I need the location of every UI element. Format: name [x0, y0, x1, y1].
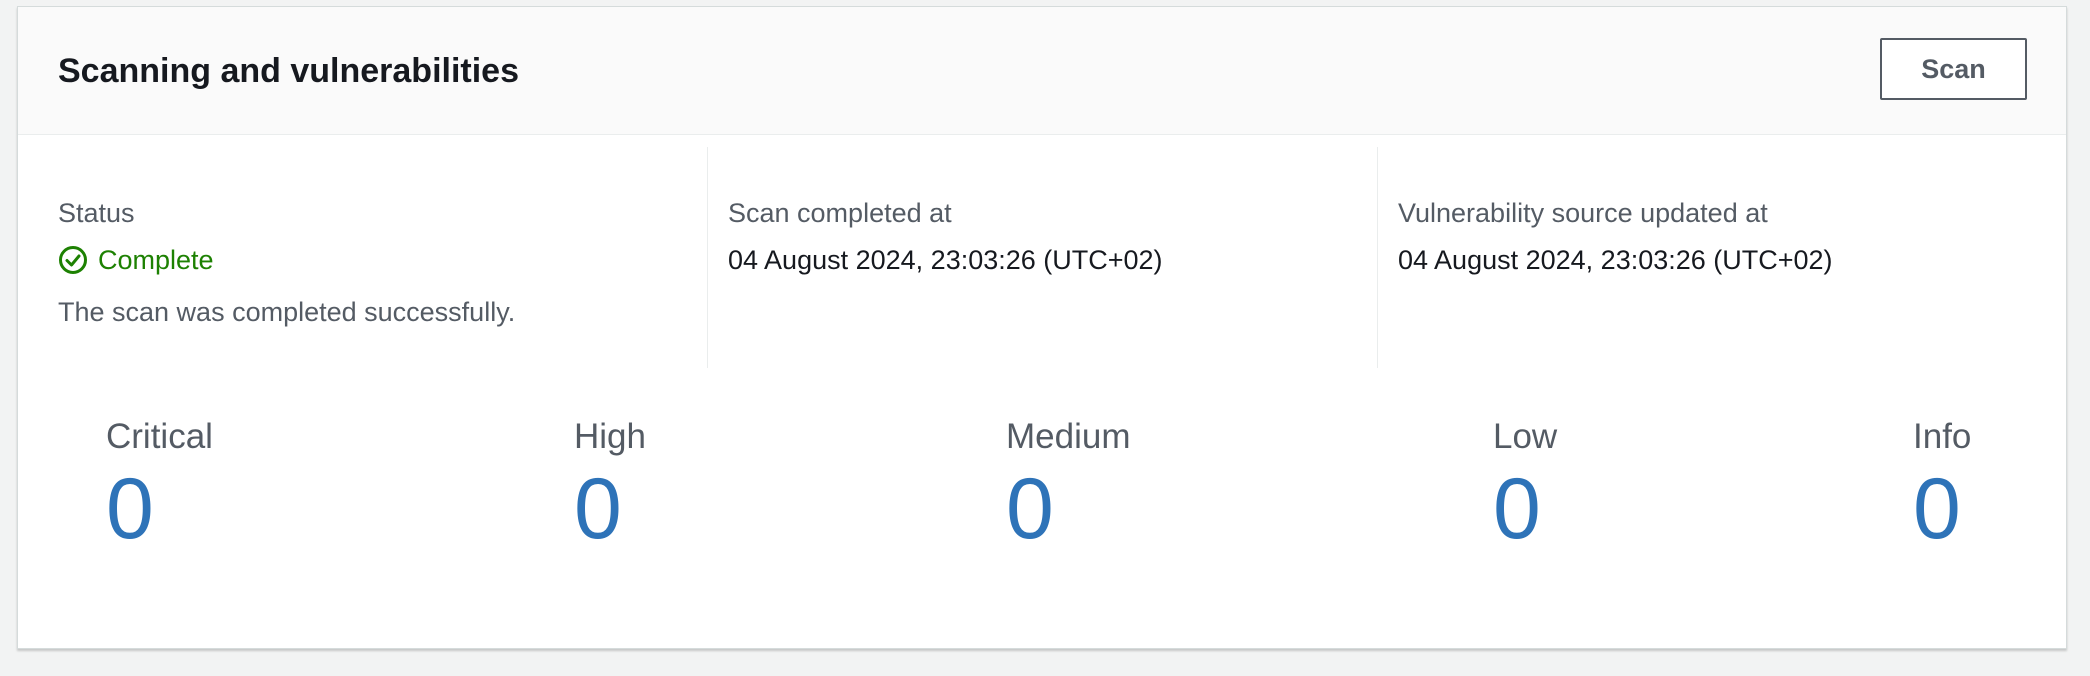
- status-label: Status: [58, 198, 135, 228]
- scan-completed-label: Scan completed at: [728, 198, 952, 228]
- severity-count: 0: [106, 461, 154, 557]
- status-indicator: Complete: [58, 244, 214, 276]
- severity-high: High 0: [574, 417, 646, 557]
- scan-button[interactable]: Scan: [1880, 38, 2027, 100]
- panel-header: Scanning and vulnerabilities Scan: [18, 7, 2066, 135]
- severity-label: Critical: [106, 417, 213, 456]
- vuln-source-value: 04 August 2024, 23:03:26 (UTC+02): [1398, 245, 1833, 275]
- scan-completed-value: 04 August 2024, 23:03:26 (UTC+02): [728, 245, 1163, 275]
- vuln-source-label: Vulnerability source updated at: [1398, 198, 1768, 228]
- status-value: Complete: [98, 245, 214, 275]
- severity-label: Low: [1493, 417, 1558, 456]
- status-section: Status Complete The scan was completed s…: [18, 147, 702, 368]
- severity-count: 0: [574, 461, 622, 557]
- severity-critical: Critical 0: [106, 417, 213, 557]
- panel-title: Scanning and vulnerabilities: [58, 52, 519, 90]
- severity-info: Info 0: [1913, 417, 1971, 557]
- severity-count: 0: [1493, 461, 1541, 557]
- severity-label: High: [574, 417, 646, 456]
- severity-count: 0: [1913, 461, 1961, 557]
- status-description: The scan was completed successfully.: [58, 297, 516, 327]
- check-circle-icon: [59, 246, 87, 274]
- severity-count: 0: [1006, 461, 1054, 557]
- severity-label: Medium: [1006, 417, 1131, 456]
- scanning-panel: Scanning and vulnerabilities Scan Status…: [17, 6, 2067, 649]
- severity-low: Low 0: [1493, 417, 1557, 557]
- severity-label: Info: [1913, 417, 1972, 456]
- scan-completed-section: Scan completed at 04 August 2024, 23:03:…: [688, 147, 1358, 368]
- severity-medium: Medium 0: [1006, 417, 1130, 557]
- vuln-source-section: Vulnerability source updated at 04 Augus…: [1358, 147, 2058, 368]
